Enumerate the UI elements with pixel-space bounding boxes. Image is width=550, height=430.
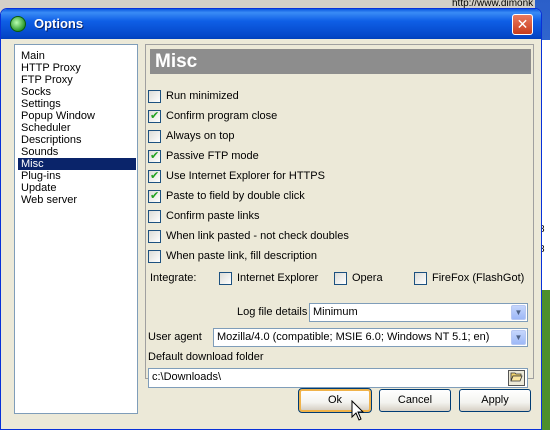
category-item[interactable]: Web server <box>21 194 77 206</box>
settings-panel: Misc Run minimized Confirm program close A… <box>145 44 534 388</box>
chevron-down-icon[interactable]: ▼ <box>511 330 526 345</box>
checkbox-label: Opera <box>352 272 383 284</box>
checkbox-label: Paste to field by double click <box>166 190 305 202</box>
category-list[interactable]: Main HTTP Proxy FTP Proxy Socks Settings Popu… <box>14 44 138 414</box>
folder-open-icon[interactable] <box>508 370 525 386</box>
cancel-button[interactable]: Cancel <box>379 389 451 412</box>
checkbox-label: Always on top <box>166 130 235 142</box>
category-item[interactable]: Descriptions <box>21 134 82 146</box>
user-agent-label: User agent <box>148 331 202 343</box>
download-folder-field[interactable]: c:\Downloads\ <box>148 368 528 388</box>
apply-button[interactable]: Apply <box>459 389 531 412</box>
checkbox-box[interactable] <box>148 230 161 243</box>
panel-title: Misc <box>150 49 531 74</box>
checkbox-box[interactable] <box>334 272 347 285</box>
checkbox-label: FireFox (FlashGot) <box>432 272 525 284</box>
category-item[interactable]: Socks <box>21 86 51 98</box>
log-file-select[interactable]: Minimum ▼ <box>309 303 528 322</box>
checkbox-box[interactable] <box>148 109 161 123</box>
checkbox-box[interactable] <box>148 210 161 223</box>
checkbox-label: When paste link, fill description <box>166 250 318 262</box>
window-title: Options <box>34 16 84 31</box>
category-item[interactable]: Popup Window <box>21 110 95 122</box>
checkbox-box[interactable] <box>414 272 427 285</box>
close-button[interactable]: ✕ <box>512 14 533 35</box>
checkbox-label: When link pasted - not check doubles <box>166 230 349 242</box>
checkbox-label: Confirm paste links <box>166 210 260 222</box>
checkbox-label: Internet Explorer <box>237 272 319 284</box>
checkbox-label: Passive FTP mode <box>166 150 259 162</box>
close-icon: ✕ <box>516 16 529 32</box>
category-item[interactable]: Main <box>21 50 45 62</box>
checkbox-label: Run minimized <box>166 90 239 102</box>
category-item[interactable]: Update <box>21 182 56 194</box>
category-item[interactable]: Scheduler <box>21 122 71 134</box>
checkbox-label: Use Internet Explorer for HTTPS <box>166 170 325 182</box>
log-file-label: Log file details <box>237 306 308 318</box>
checkbox-box[interactable] <box>219 272 232 285</box>
checkbox-box[interactable] <box>148 90 161 103</box>
user-agent-select[interactable]: Mozilla/4.0 (compatible; MSIE 6.0; Windo… <box>213 328 528 347</box>
checkbox-label: Confirm program close <box>166 110 278 122</box>
checkbox-box[interactable] <box>148 250 161 263</box>
category-item[interactable]: Plug-ins <box>21 170 61 182</box>
user-agent-value: Mozilla/4.0 (compatible; MSIE 6.0; Windo… <box>217 331 490 343</box>
category-item[interactable]: FTP Proxy <box>21 74 73 86</box>
category-item[interactable]: Misc <box>18 158 136 170</box>
checkbox-box[interactable] <box>148 130 161 143</box>
category-item[interactable]: Settings <box>21 98 61 110</box>
integrate-label: Integrate: <box>150 272 197 284</box>
chevron-down-icon[interactable]: ▼ <box>511 305 526 320</box>
category-item[interactable]: Sounds <box>21 146 58 158</box>
title-bar[interactable]: Options ✕ <box>1 9 541 39</box>
checkbox-box[interactable] <box>148 189 161 203</box>
download-folder-label: Default download folder <box>148 351 264 363</box>
checkbox-box[interactable] <box>148 149 161 163</box>
app-icon <box>10 16 26 32</box>
options-dialog: Options ✕ Main HTTP Proxy FTP Proxy Socks Se… <box>0 8 542 430</box>
download-folder-value: c:\Downloads\ <box>152 371 222 383</box>
log-file-value: Minimum <box>313 306 358 318</box>
checkbox-box[interactable] <box>148 169 161 183</box>
category-item[interactable]: HTTP Proxy <box>21 62 81 74</box>
